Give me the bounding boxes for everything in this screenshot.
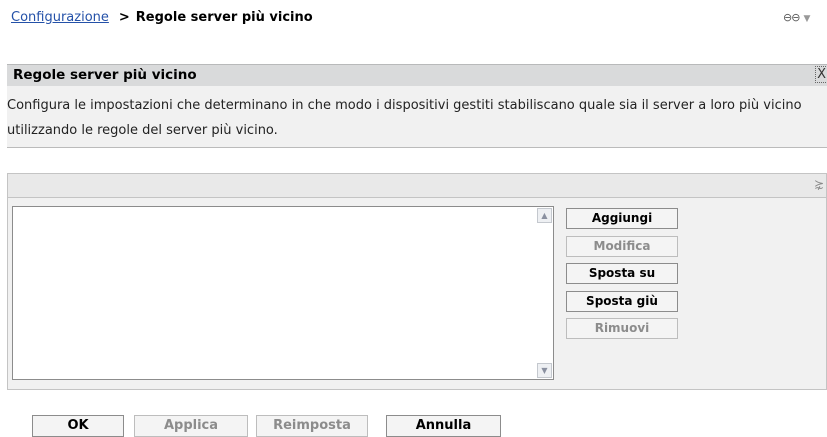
breadcrumb: Configurazione > Regole server più vicino xyxy=(11,10,313,25)
breadcrumb-link-configurazione[interactable]: Configurazione xyxy=(11,10,109,25)
edit-button[interactable]: Modifica xyxy=(566,236,678,257)
move-down-button[interactable]: Sposta giù xyxy=(566,291,678,312)
link-icon[interactable]: ⊖⊖ ▼ xyxy=(783,11,810,24)
remove-button[interactable]: Rimuovi xyxy=(566,318,678,339)
link-icon-glyph: ⊖⊖ xyxy=(783,11,800,24)
rules-list[interactable]: ▲ ▼ xyxy=(12,206,554,380)
panel-header: Regole server più vicino X xyxy=(7,64,827,86)
panel-description: Configura le impostazioni che determinan… xyxy=(7,98,802,138)
collapse-icon[interactable]: ⋩ xyxy=(814,177,824,191)
breadcrumb-current: Regole server più vicino xyxy=(135,10,313,25)
panel-description-area: Configura le impostazioni che determinan… xyxy=(7,86,827,148)
cancel-button[interactable]: Annulla xyxy=(386,415,501,437)
scroll-up-icon[interactable]: ▲ xyxy=(537,208,552,223)
breadcrumb-separator: > xyxy=(118,10,130,25)
close-icon[interactable]: X xyxy=(815,66,827,83)
rules-box-header: ⋩ xyxy=(7,173,827,198)
panel-title: Regole server più vicino xyxy=(13,67,197,83)
add-button[interactable]: Aggiungi xyxy=(566,208,678,229)
chevron-down-icon[interactable]: ▼ xyxy=(803,14,810,24)
apply-button[interactable]: Applica xyxy=(134,415,248,437)
ok-button[interactable]: OK xyxy=(32,415,124,437)
scroll-down-icon[interactable]: ▼ xyxy=(537,363,552,378)
reset-button[interactable]: Reimposta xyxy=(256,415,368,437)
move-up-button[interactable]: Sposta su xyxy=(566,263,678,284)
